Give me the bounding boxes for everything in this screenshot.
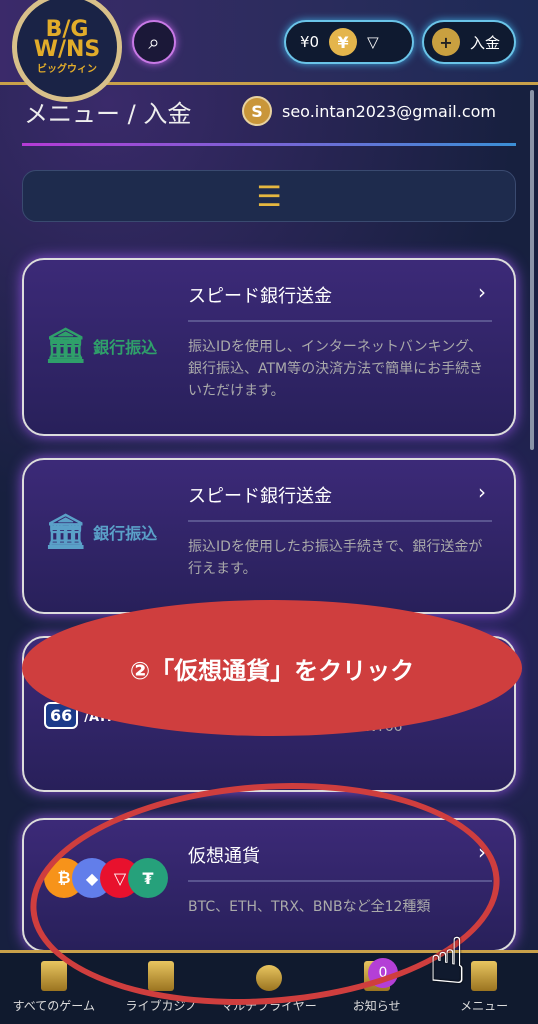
bank-icon: 🏛 <box>44 326 88 366</box>
scrollbar[interactable] <box>530 90 534 450</box>
payment-card-bank-1[interactable]: 🏛 銀行振込 スピード銀行送金 › 振込IDを使用し、インターネットバンキング、銀行… <box>22 258 516 436</box>
deposit-button[interactable]: + 入金 <box>422 20 516 64</box>
user-email: seo.intan2023@gmail.com <box>282 101 496 121</box>
logo[interactable]: B/G W/NS ビッグウィン <box>12 0 122 102</box>
bank-icon: 🏛 <box>44 512 88 552</box>
payment-card-bank-2[interactable]: 🏛 銀行振込 スピード銀行送金 › 振込IDを使用したお振込手続きで、銀行送金が行え… <box>22 458 516 614</box>
divider <box>22 143 516 146</box>
chevron-right-icon: › <box>478 280 486 304</box>
header: B/G W/NS ビッグウィン ⌕ ¥0 ¥ ▽ + 入金 <box>0 0 538 102</box>
chevron-down-icon: ▽ <box>367 33 379 51</box>
pointing-hand-icon: ☝ <box>428 925 467 999</box>
plus-icon: + <box>432 28 460 56</box>
balance-selector[interactable]: ¥0 ¥ ▽ <box>284 20 414 64</box>
hamburger-icon: ☰ <box>256 179 282 213</box>
menu-toggle-button[interactable]: ☰ <box>22 170 516 222</box>
cards-icon <box>40 961 67 991</box>
yen-coin-icon: ¥ <box>329 28 358 56</box>
chevron-right-icon: › <box>478 480 486 504</box>
user-info: S seo.intan2023@gmail.com <box>242 96 496 126</box>
menu-icon <box>471 961 498 991</box>
search-button[interactable]: ⌕ <box>132 20 176 64</box>
search-icon: ⌕ <box>148 30 160 54</box>
avatar: S <box>242 96 272 126</box>
balance-value: ¥0 <box>300 33 320 51</box>
annotation-callout: ②「仮想通貨」をクリック <box>22 600 522 736</box>
